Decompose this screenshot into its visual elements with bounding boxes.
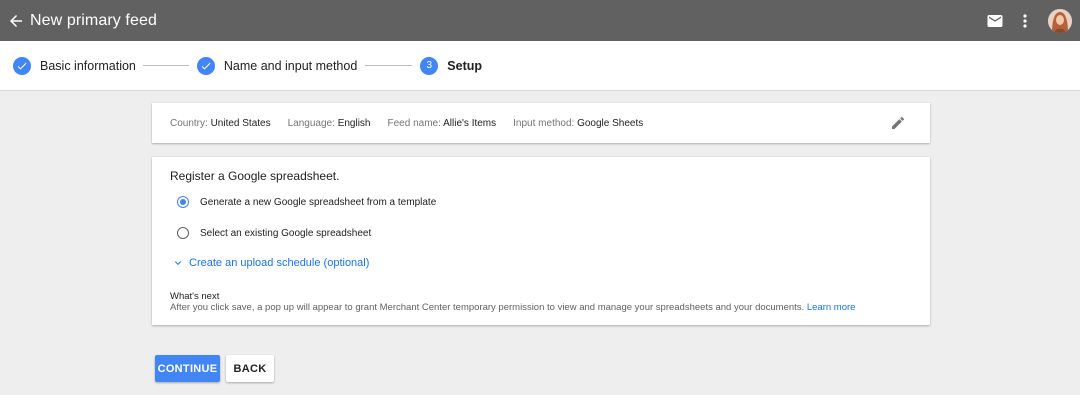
user-avatar[interactable] <box>1048 8 1072 33</box>
mail-icon[interactable] <box>984 10 1006 32</box>
step-basic-information[interactable]: Basic information <box>13 56 136 75</box>
input-method-value: Google Sheets <box>577 117 644 129</box>
step-setup[interactable]: 3 Setup <box>420 56 483 75</box>
register-heading: Register a Google spreadsheet. <box>170 169 340 183</box>
country-summary: Country: United States <box>170 118 271 129</box>
feed-name-key: Feed name: <box>387 117 441 129</box>
whats-next-text: After you click save, a pop up will appe… <box>170 302 805 313</box>
radio-button[interactable] <box>177 227 189 239</box>
radio-label: Select an existing Google spreadsheet <box>200 227 372 239</box>
check-icon <box>196 56 215 75</box>
arrow-back-icon[interactable] <box>2 7 30 35</box>
step-label: Setup <box>447 58 483 73</box>
app-bar: New primary feed <box>0 0 1080 41</box>
continue-button[interactable]: CONTINUE <box>155 355 220 382</box>
language-key: Language: <box>287 117 335 129</box>
feed-name-value: Allie's Items <box>443 117 497 129</box>
step-connector <box>142 65 189 66</box>
feed-summary-card: Country: United States Language: English… <box>152 103 930 143</box>
learn-more-link[interactable]: Learn more <box>807 302 856 313</box>
page-title: New primary feed <box>30 11 157 29</box>
register-spreadsheet-card: Register a Google spreadsheet. Generate … <box>152 157 930 325</box>
step-label: Name and input method <box>223 58 358 73</box>
radio-button-checked[interactable] <box>177 196 189 208</box>
step-label: Basic information <box>40 58 136 73</box>
whats-next-title: What's next <box>170 291 220 302</box>
upload-schedule-link: Create an upload schedule (optional) <box>189 257 370 269</box>
radio-generate-new[interactable]: Generate a new Google spreadsheet from a… <box>177 196 436 208</box>
pencil-icon[interactable] <box>890 115 906 131</box>
language-value: English <box>337 117 371 129</box>
radio-select-existing[interactable]: Select an existing Google spreadsheet <box>177 227 371 239</box>
input-method-summary: Input method: Google Sheets <box>513 118 643 129</box>
whats-next-description: After you click save, a pop up will appe… <box>170 302 855 313</box>
country-key: Country: <box>170 117 208 129</box>
language-summary: Language: English <box>288 118 371 129</box>
back-button[interactable]: BACK <box>226 355 274 382</box>
step-connector <box>365 65 413 66</box>
input-method-key: Input method: <box>513 117 575 129</box>
step-number: 3 <box>420 56 439 75</box>
country-value: United States <box>210 117 271 129</box>
feed-name-summary: Feed name: Allie's Items <box>388 118 497 129</box>
more-vert-icon[interactable] <box>1018 10 1032 32</box>
step-name-and-input-method[interactable]: Name and input method <box>196 56 358 75</box>
upload-schedule-expander[interactable]: Create an upload schedule (optional) <box>172 257 369 269</box>
stepper: Basic information Name and input method … <box>0 41 1080 91</box>
check-icon <box>13 56 31 75</box>
radio-label: Generate a new Google spreadsheet from a… <box>200 196 437 208</box>
chevron-down-icon <box>172 257 184 269</box>
